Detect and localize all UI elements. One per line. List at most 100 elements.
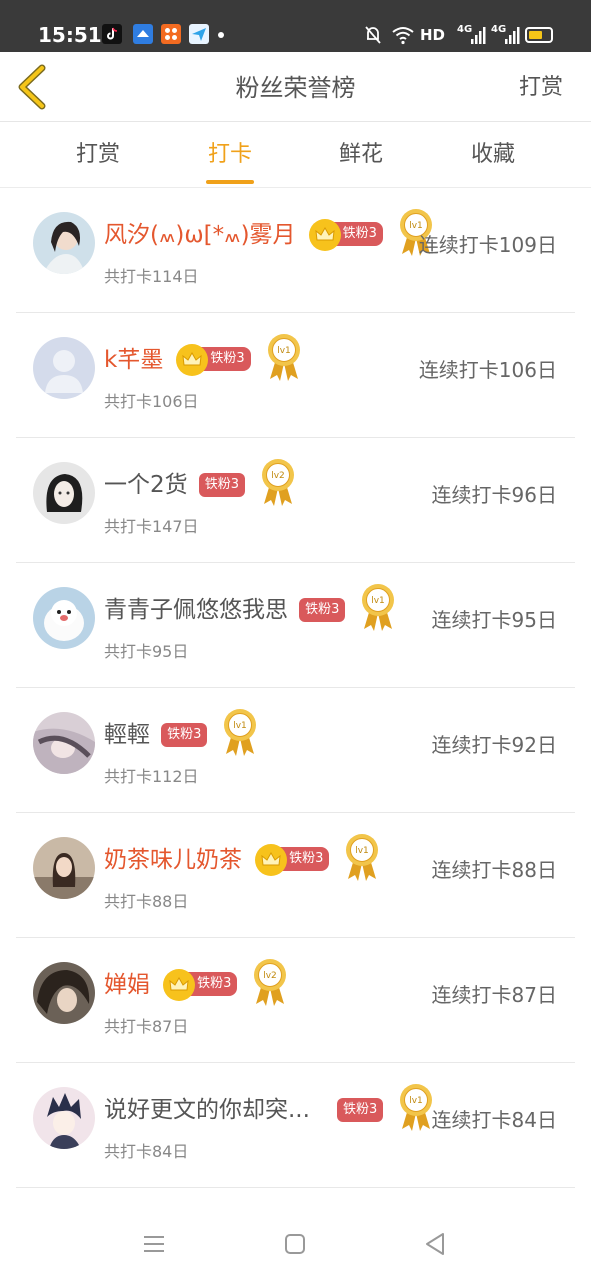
lv1-medal-icon: lv1 — [346, 834, 379, 881]
list-item[interactable]: 輕輕 铁粉3 lv1 共打卡112日 连续打卡92日 — [0, 688, 591, 813]
avatar[interactable] — [33, 1087, 95, 1149]
user-name: 婵娟 — [104, 972, 150, 998]
notification-dot-icon — [218, 32, 224, 38]
name-line: 说好更文的你却突... 铁粉3 lv1 — [104, 1084, 436, 1131]
header: 粉丝荣誉榜 打赏 — [0, 52, 591, 122]
fan-level-badge: 铁粉3 — [337, 1098, 384, 1122]
send-app-icon — [189, 24, 209, 44]
list-item[interactable]: 一个2货 铁粉3 lv2 共打卡147日 连续打卡96日 — [0, 438, 591, 563]
active-tab-indicator — [206, 180, 254, 184]
svg-text:lv1: lv1 — [410, 1096, 424, 1106]
lv2-medal-icon: lv2 — [254, 959, 287, 1006]
streak-checkins: 连续打卡96日 — [431, 483, 557, 507]
list-item[interactable]: k芊墨 铁粉3 lv1 共打卡106日 连续打卡106日 — [0, 313, 591, 438]
streak-checkins: 连续打卡84日 — [431, 1108, 557, 1132]
lv1-medal-icon: lv1 — [267, 334, 300, 381]
status-time: 15:51 — [38, 23, 102, 47]
streak-checkins: 连续打卡87日 — [431, 983, 557, 1007]
status-bar: 15:51 HD 4G 4G — [0, 0, 591, 52]
user-name: 一个2货 — [104, 472, 188, 498]
name-line: 奶茶味儿奶茶 铁粉3 lv1 — [104, 834, 382, 881]
total-checkins: 共打卡87日 — [104, 1017, 189, 1036]
user-name: k芊墨 — [104, 347, 164, 373]
grid-app-icon — [161, 24, 181, 44]
user-name: 輕輕 — [104, 722, 150, 748]
list-item[interactable]: 青青子佩悠悠我思 铁粉3 lv1 共打卡95日 连续打卡95日 — [0, 563, 591, 688]
total-checkins: 共打卡147日 — [104, 517, 199, 536]
tab-bar: 打赏 打卡 鲜花 收藏 — [0, 122, 591, 188]
tiktok-app-icon — [102, 24, 122, 44]
svg-text:lv1: lv1 — [372, 596, 386, 606]
cloud-app-icon — [133, 24, 153, 44]
name-line: k芊墨 铁粉3 lv1 — [104, 334, 304, 381]
total-checkins: 共打卡95日 — [104, 642, 189, 661]
mute-bell-icon — [365, 26, 381, 44]
crown-icon — [163, 969, 196, 1001]
fan-level-badge: 铁粉3 — [299, 598, 346, 622]
lv1-medal-icon: lv1 — [224, 709, 257, 756]
wifi-icon — [392, 27, 414, 45]
crown-icon — [308, 219, 341, 251]
total-checkins: 共打卡112日 — [104, 767, 199, 786]
svg-text:lv1: lv1 — [356, 846, 370, 856]
vip-fan-badge: 铁粉3 — [308, 219, 383, 251]
avatar[interactable] — [33, 212, 95, 274]
avatar[interactable] — [33, 837, 95, 899]
list-item[interactable]: 婵娟 铁粉3 lv2 共打卡87日 连续打卡87日 — [0, 938, 591, 1063]
svg-text:lv2: lv2 — [264, 971, 278, 981]
svg-text:lv1: lv1 — [277, 346, 291, 356]
user-name: 风汐(៳)ω[*៳)雾月 — [104, 222, 296, 248]
system-nav-bar — [0, 1205, 591, 1280]
battery-icon — [525, 27, 553, 43]
home-square-icon[interactable] — [278, 1227, 312, 1261]
streak-checkins: 连续打卡92日 — [431, 733, 557, 757]
vip-fan-badge: 铁粉3 — [163, 969, 238, 1001]
fan-level-badge: 铁粉3 — [198, 473, 246, 497]
streak-checkins: 连续打卡88日 — [431, 858, 557, 882]
total-checkins: 共打卡88日 — [104, 892, 189, 911]
hd-indicator: HD — [420, 26, 446, 44]
tab-flowers[interactable]: 鲜花 — [306, 122, 416, 188]
avatar[interactable] — [33, 712, 95, 774]
crown-icon — [176, 344, 209, 376]
streak-checkins: 连续打卡106日 — [418, 358, 557, 382]
back-triangle-icon[interactable] — [418, 1227, 452, 1261]
list-item[interactable]: 奶茶味儿奶茶 铁粉3 lv1 共打卡88日 连续打卡88日 — [0, 813, 591, 938]
tab-reward[interactable]: 打赏 — [43, 122, 153, 188]
avatar[interactable] — [33, 337, 95, 399]
row-divider — [16, 1187, 575, 1188]
avatar[interactable] — [33, 962, 95, 1024]
name-line: 风汐(៳)ω[*៳)雾月 铁粉3 lv1 — [104, 209, 436, 256]
streak-checkins: 连续打卡95日 — [431, 608, 557, 632]
list-item[interactable]: 风汐(៳)ω[*៳)雾月 铁粉3 lv1 共打卡114日 连续打卡109日 — [0, 188, 591, 313]
list-item[interactable]: 说好更文的你却突... 铁粉3 lv1 共打卡84日 连续打卡84日 — [0, 1063, 591, 1188]
fan-level-badge: 铁粉3 — [161, 723, 208, 747]
crown-icon — [255, 844, 288, 876]
signal-icon-2 — [505, 27, 520, 44]
lv1-medal-icon: lv1 — [362, 584, 395, 631]
lv2-medal-icon: lv2 — [262, 459, 295, 506]
total-checkins: 共打卡106日 — [104, 392, 199, 411]
user-name: 青青子佩悠悠我思 — [104, 597, 288, 623]
tab-favorites[interactable]: 收藏 — [438, 122, 548, 188]
avatar[interactable] — [33, 462, 95, 524]
page-title: 粉丝荣誉榜 — [235, 74, 356, 102]
svg-text:lv1: lv1 — [234, 721, 248, 731]
name-line: 青青子佩悠悠我思 铁粉3 lv1 — [104, 584, 398, 631]
name-line: 一个2货 铁粉3 lv2 — [104, 459, 298, 506]
total-checkins: 共打卡114日 — [104, 267, 199, 286]
name-line: 婵娟 铁粉3 lv2 — [104, 959, 290, 1006]
avatar[interactable] — [33, 587, 95, 649]
svg-text:lv2: lv2 — [271, 471, 285, 481]
checkin-ranking-list: 风汐(៳)ω[*៳)雾月 铁粉3 lv1 共打卡114日 连续打卡109日 k芊… — [0, 188, 591, 1188]
signal-icon-1 — [471, 27, 486, 44]
vip-fan-badge: 铁粉3 — [176, 344, 251, 376]
streak-checkins: 连续打卡109日 — [418, 233, 557, 257]
reward-button[interactable]: 打赏 — [519, 73, 563, 103]
user-name: 说好更文的你却突... — [104, 1097, 310, 1123]
user-name: 奶茶味儿奶茶 — [104, 847, 242, 873]
name-line: 輕輕 铁粉3 lv1 — [104, 709, 260, 756]
menu-icon[interactable] — [137, 1227, 171, 1261]
tab-checkin[interactable]: 打卡 — [175, 122, 285, 188]
vip-fan-badge: 铁粉3 — [255, 844, 330, 876]
